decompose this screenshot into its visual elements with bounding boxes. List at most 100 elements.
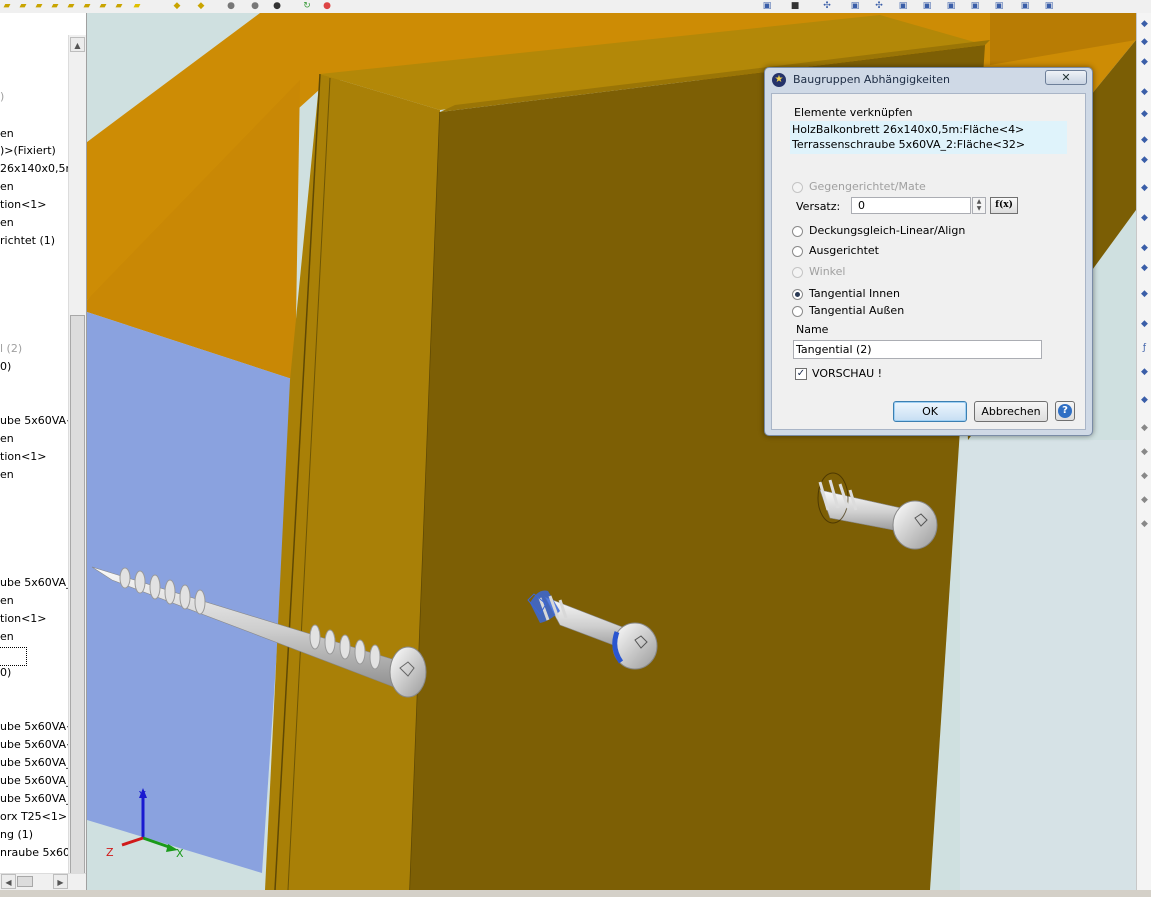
angle-radio[interactable] (792, 267, 803, 278)
tree-row[interactable]: en (0, 628, 14, 645)
tool-icon[interactable]: ◆ (1139, 183, 1150, 194)
gear-icon[interactable]: ● (226, 1, 236, 11)
linked-elements-list[interactable]: HolzBalkonbrett 26x140x0,5m:Fläche<4> Te… (790, 121, 1067, 154)
tool-icon[interactable]: ◆ (1139, 19, 1150, 30)
tool-icon[interactable]: ◆ (1139, 135, 1150, 146)
camera-icon[interactable]: ● (272, 1, 282, 11)
arrow-down-icon[interactable]: ◆ (196, 1, 206, 11)
tree-row[interactable]: tion<1> (0, 448, 47, 465)
name-input[interactable]: Tangential (2) (793, 340, 1042, 359)
tree-row[interactable]: ube 5x60VA_2 (0, 790, 79, 807)
tree-row[interactable]: ube 5x60VA_2 (0, 574, 79, 591)
tool-icon[interactable]: ◆ (1139, 495, 1150, 506)
view-icon[interactable]: ▣ (922, 1, 932, 11)
dialog-title-bar[interactable]: ★ Baugruppen Abhängigkeiten ✕ (765, 68, 1092, 92)
help-button[interactable]: ? (1055, 401, 1075, 421)
view-icon[interactable]: ▣ (946, 1, 956, 11)
tree-row[interactable]: )>(Fixiert) (0, 142, 56, 159)
tree-row[interactable]: ube 5x60VA_2 (0, 772, 79, 789)
folder-icon[interactable]: ▰ (98, 1, 108, 11)
tool-icon[interactable]: ◆ (1139, 213, 1150, 224)
tree-row[interactable]: en (0, 214, 14, 231)
tree-row[interactable]: 0) (0, 358, 11, 375)
tool-icon[interactable]: ◆ (1139, 289, 1150, 300)
scroll-up-icon[interactable]: ▲ (70, 37, 85, 52)
view-icon[interactable]: ▣ (898, 1, 908, 11)
tool-icon[interactable]: ◆ (1139, 423, 1150, 434)
tool-icon[interactable]: ◆ (1139, 37, 1150, 48)
folder-icon[interactable]: ▰ (34, 1, 44, 11)
view-icon[interactable]: ■ (790, 1, 800, 11)
folder-icon[interactable]: ▰ (18, 1, 28, 11)
tool-icon[interactable]: ◆ (1139, 155, 1150, 166)
tool-icon[interactable]: ◆ (1139, 395, 1150, 406)
tool-icon[interactable]: ◆ (1139, 87, 1150, 98)
tree-row[interactable]: ) (0, 88, 4, 105)
tangent-inner-radio[interactable] (792, 289, 803, 300)
align-radio[interactable] (792, 226, 803, 237)
render-icon[interactable]: ● (322, 1, 332, 11)
gear-icon[interactable]: ● (250, 1, 260, 11)
tree-row[interactable]: en (0, 125, 14, 142)
cancel-button[interactable]: Abbrechen (974, 401, 1048, 422)
document-icon[interactable]: ▰ (132, 1, 142, 11)
tree-row[interactable]: en (0, 592, 14, 609)
tree-row[interactable]: l (2) (0, 340, 22, 357)
orient-radio[interactable] (792, 246, 803, 257)
tree-row[interactable]: 26x140x0,5m (0, 160, 76, 177)
view-icon[interactable]: ▣ (994, 1, 1004, 11)
tree-row[interactable]: en (0, 466, 14, 483)
folder-icon[interactable]: ▰ (114, 1, 124, 11)
arrow-down-icon[interactable]: ◆ (172, 1, 182, 11)
linked-element-item[interactable]: Terrassenschraube 5x60VA_2:Fläche<32> (792, 138, 1025, 151)
view-icon[interactable]: ▣ (762, 1, 772, 11)
close-button[interactable]: ✕ (1045, 70, 1087, 85)
tool-icon[interactable]: ◆ (1139, 57, 1150, 68)
tree-horizontal-scrollbar[interactable]: ◀ ▶ (0, 873, 86, 890)
offset-stepper[interactable]: ▲ ▼ (972, 197, 986, 214)
refresh-icon[interactable]: ↻ (302, 1, 312, 11)
tree-row-selected[interactable] (0, 647, 27, 666)
folder-icon[interactable]: ▰ (66, 1, 76, 11)
tool-icon[interactable]: ◆ (1139, 319, 1150, 330)
tool-icon[interactable]: ◆ (1139, 243, 1150, 254)
tool-icon[interactable]: ◆ (1139, 263, 1150, 274)
tool-icon[interactable]: ◆ (1139, 367, 1150, 378)
folder-icon[interactable]: ▰ (50, 1, 60, 11)
ok-button[interactable]: OK (893, 401, 967, 422)
tree-row[interactable]: en (0, 178, 14, 195)
view-icon[interactable]: ▣ (1020, 1, 1030, 11)
tool-icon[interactable]: ◆ (1139, 109, 1150, 120)
mate-radio[interactable] (792, 182, 803, 193)
tangent-outer-radio[interactable] (792, 306, 803, 317)
tree-row[interactable]: en (0, 430, 14, 447)
tool-icon[interactable]: ◆ (1139, 447, 1150, 458)
tree-row[interactable]: nraube 5x60V (0, 844, 77, 861)
tree-row[interactable]: ube 5x60VA_2 (0, 754, 79, 771)
scroll-thumb[interactable] (17, 876, 33, 887)
tool-icon[interactable]: ◆ (1139, 471, 1150, 482)
tree-row[interactable]: tion<1> (0, 610, 47, 627)
formula-button[interactable]: f(x) (990, 197, 1018, 214)
tree-row[interactable]: ng (1) (0, 826, 33, 843)
tree-row[interactable]: orx T25<1> (0, 808, 67, 825)
view-icon[interactable]: ▣ (970, 1, 980, 11)
preview-checkbox[interactable]: ✓ (795, 368, 807, 380)
linked-element-item[interactable]: HolzBalkonbrett 26x140x0,5m:Fläche<4> (792, 123, 1024, 136)
tree-row[interactable]: tion<1> (0, 196, 47, 213)
tree-row[interactable]: richtet (1) (0, 232, 55, 249)
folder-icon[interactable]: ▰ (82, 1, 92, 11)
scroll-right-icon[interactable]: ▶ (53, 874, 68, 889)
offset-input[interactable]: 0 (851, 197, 971, 214)
tool-icon[interactable]: ◆ (1139, 519, 1150, 530)
tree-vertical-scrollbar[interactable]: ▲ (68, 35, 86, 885)
view-icon[interactable]: ▣ (1044, 1, 1054, 11)
open-icon[interactable]: ▰ (2, 1, 12, 11)
view-icon[interactable]: ▣ (850, 1, 860, 11)
view-icon[interactable]: ✣ (822, 1, 832, 11)
tool-icon[interactable]: ƒ (1139, 343, 1150, 354)
tree-row[interactable]: 0) (0, 664, 11, 681)
scroll-thumb[interactable] (70, 315, 85, 875)
view-icon[interactable]: ✣ (874, 1, 884, 11)
scroll-left-icon[interactable]: ◀ (1, 874, 16, 889)
